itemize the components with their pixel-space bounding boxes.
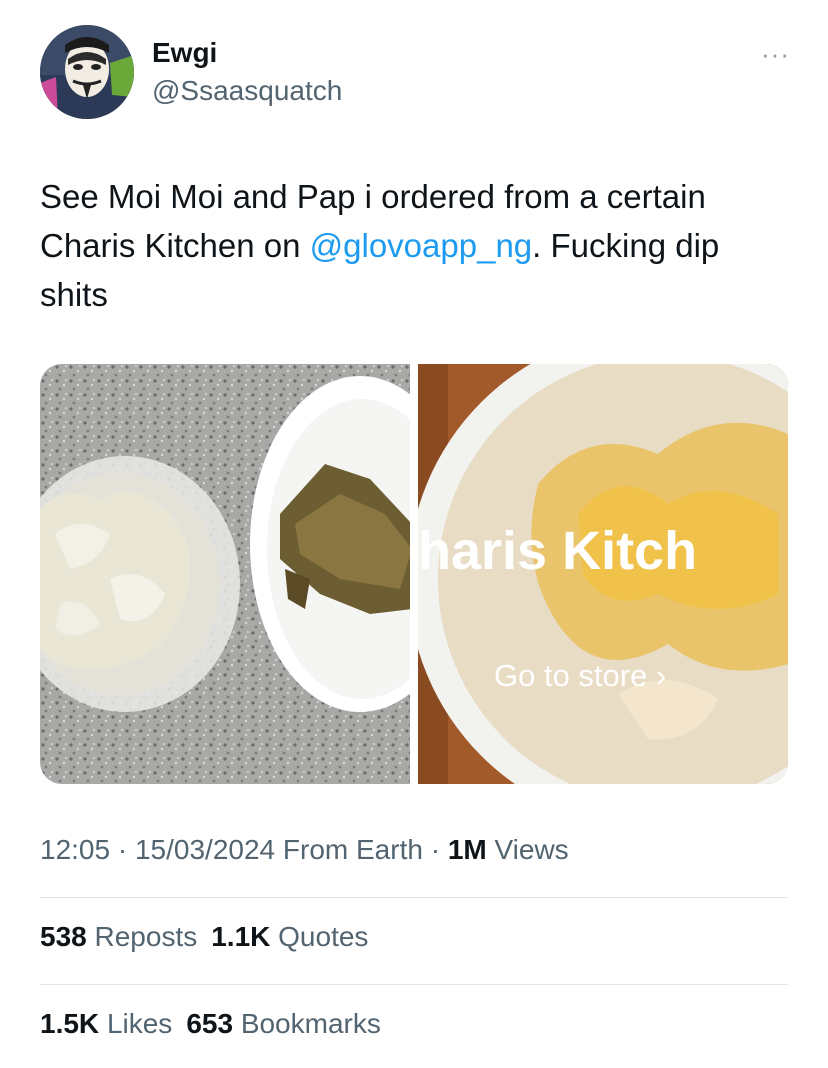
reposts-label: Reposts (94, 921, 198, 952)
divider (40, 897, 788, 898)
reposts-quotes-row: 538 Reposts 1.1K Quotes (40, 921, 368, 953)
author-handle[interactable]: @Ssaasquatch (152, 75, 342, 107)
views-count: 1M (447, 834, 487, 865)
tweet-meta: 12:05 · 15/03/2024 From Earth · 1M Views (40, 834, 569, 866)
likes-stat[interactable]: 1.5K Likes (40, 1008, 172, 1039)
moi-moi-photo[interactable] (40, 364, 410, 784)
more-options-icon[interactable]: ··· (761, 39, 790, 70)
quotes-label: Quotes (278, 921, 369, 952)
avatar[interactable] (40, 25, 134, 119)
bookmarks-count: 653 (186, 1008, 234, 1039)
quotes-count: 1.1K (211, 921, 271, 952)
divider (40, 984, 788, 985)
likes-count: 1.5K (40, 1008, 100, 1039)
tweet-date[interactable]: 15/03/2024 (135, 834, 275, 865)
views-label: Views (494, 834, 569, 865)
charis-kitchen-store-photo[interactable]: haris Kitch Go to store › (418, 364, 788, 784)
tweet-header: Ewgi @Ssaasquatch ··· (40, 25, 790, 121)
likes-bookmarks-row: 1.5K Likes 653 Bookmarks (40, 1008, 381, 1040)
store-name-overlay: haris Kitch (418, 521, 697, 581)
author-name[interactable]: Ewgi (152, 37, 217, 69)
tweet-time[interactable]: 12:05 (40, 834, 110, 865)
reposts-stat[interactable]: 538 Reposts (40, 921, 197, 952)
likes-label: Likes (106, 1008, 173, 1039)
go-to-store-link[interactable]: Go to store › (494, 658, 666, 693)
meta-separator: · (117, 834, 128, 865)
meta-separator: · (430, 834, 441, 865)
mask-avatar-image (40, 25, 134, 119)
mention-link[interactable]: @glovoapp_ng (310, 227, 533, 264)
reposts-count: 538 (40, 921, 87, 952)
quotes-stat[interactable]: 1.1K Quotes (211, 921, 368, 952)
tweet-text: See Moi Moi and Pap i ordered from a cer… (40, 172, 788, 319)
bookmarks-label: Bookmarks (240, 1008, 381, 1039)
tweet-media[interactable]: haris Kitch Go to store › (40, 364, 788, 784)
bookmarks-stat[interactable]: 653 Bookmarks (186, 1008, 381, 1039)
tweet-source: From Earth (282, 834, 423, 865)
